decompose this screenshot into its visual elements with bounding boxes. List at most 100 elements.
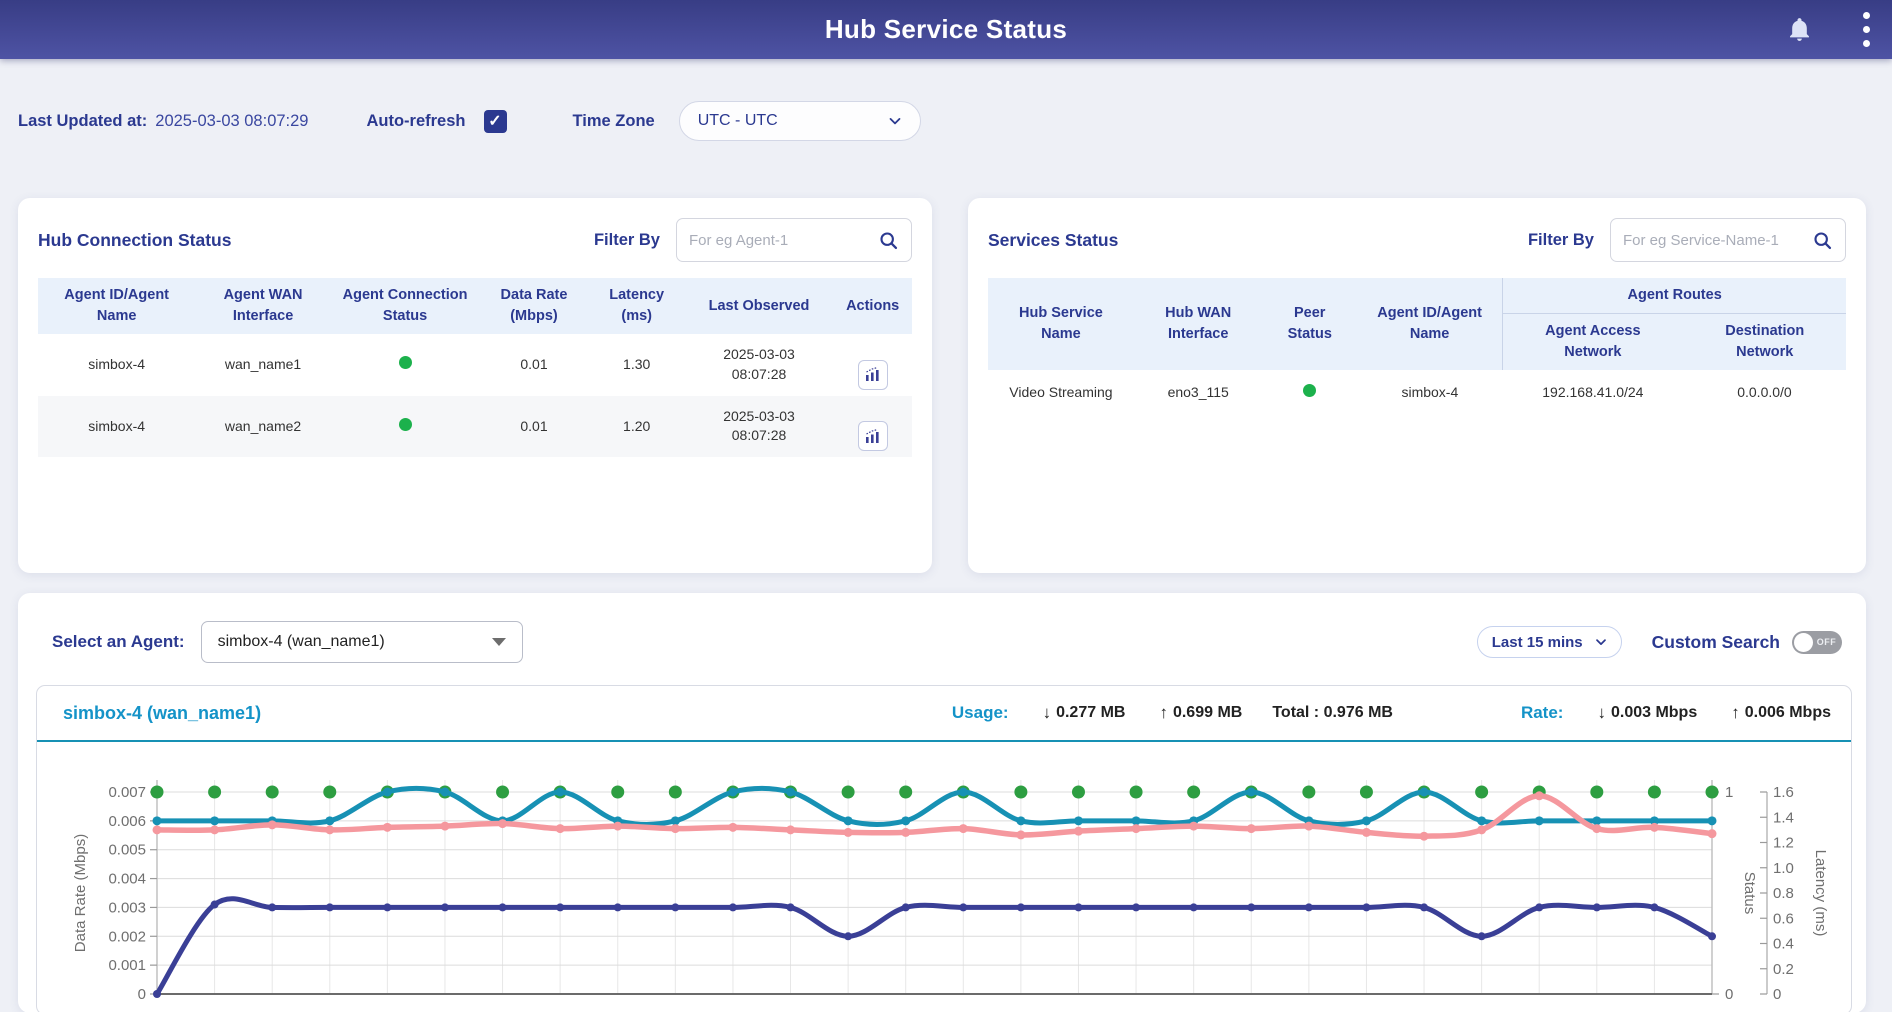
cell-agent: simbox-4: [38, 396, 195, 458]
table-row: simbox-4 wan_name1 0.01 1.30 2025-03-03 …: [38, 334, 912, 396]
toggle-state-label: OFF: [1813, 637, 1840, 647]
row-chart-action-button[interactable]: [858, 421, 888, 451]
usage-upload-value: 0.699 MB: [1173, 704, 1242, 722]
search-icon[interactable]: [1812, 230, 1833, 251]
time-zone-label: Time Zone: [573, 112, 655, 131]
svg-text:1.4: 1.4: [1773, 809, 1794, 826]
custom-search-toggle[interactable]: OFF: [1792, 631, 1842, 654]
svg-text:0.4: 0.4: [1773, 936, 1794, 953]
col-data-rate: Data Rate (Mbps): [479, 278, 588, 334]
svg-text:0.005: 0.005: [108, 842, 146, 859]
services-status-table: Hub Service Name Hub WAN Interface Peer …: [988, 278, 1846, 415]
svg-text:0.6: 0.6: [1773, 910, 1794, 927]
time-zone-value: UTC - UTC: [698, 112, 886, 130]
hub-filter-label: Filter By: [594, 231, 660, 250]
col-peer-status: Peer Status: [1263, 278, 1357, 370]
cell-wan: wan_name2: [195, 396, 330, 458]
col-destination-network: Destination Network: [1683, 314, 1846, 371]
caret-down-icon: [492, 638, 506, 646]
last-updated-label: Last Updated at:: [18, 112, 147, 131]
svg-text:0.002: 0.002: [108, 928, 146, 945]
notifications-bell-icon[interactable]: [1786, 16, 1813, 43]
rate-download-value: 0.003 Mbps: [1611, 704, 1697, 722]
svg-text:0.004: 0.004: [108, 871, 146, 888]
status-up-dot: [1303, 384, 1316, 397]
svg-text:0.2: 0.2: [1773, 961, 1794, 978]
services-filter-label: Filter By: [1528, 231, 1594, 250]
cell-wan: eno3_115: [1134, 370, 1263, 415]
cell-data-rate: 0.01: [479, 334, 588, 396]
col-hub-wan: Hub WAN Interface: [1134, 278, 1263, 370]
select-agent-label: Select an Agent:: [52, 632, 185, 652]
svg-text:0.003: 0.003: [108, 899, 146, 916]
auto-refresh-checkbox[interactable]: ✓: [484, 110, 507, 133]
svg-text:1.2: 1.2: [1773, 835, 1794, 852]
cell-destination-network: 0.0.0.0/0: [1683, 370, 1846, 415]
row-chart-action-button[interactable]: [858, 360, 888, 390]
col-agent-conn-status: Agent Connection Status: [331, 278, 480, 334]
col-agent-id: Agent ID/Agent Name: [1357, 278, 1503, 370]
col-hub-service: Hub Service Name: [988, 278, 1134, 370]
services-status-title: Services Status: [988, 230, 1118, 251]
services-status-card: Services Status Filter By Hub Service Na…: [968, 198, 1866, 573]
mini-chart-icon: [864, 366, 881, 383]
cell-latency: 1.20: [589, 396, 685, 458]
col-latency: Latency (ms): [589, 278, 685, 334]
svg-text:0.007: 0.007: [108, 784, 146, 801]
agent-chart-card: Select an Agent: simbox-4 (wan_name1) La…: [18, 593, 1866, 1012]
up-arrow-icon: ↑: [1159, 703, 1168, 723]
svg-text:1: 1: [1725, 784, 1733, 801]
app-header: Hub Service Status: [0, 0, 1892, 59]
svg-text:1.0: 1.0: [1773, 860, 1794, 877]
search-icon[interactable]: [878, 230, 899, 251]
rate-upload-value: 0.006 Mbps: [1745, 704, 1831, 722]
cell-latency: 1.30: [589, 334, 685, 396]
auto-refresh-label: Auto-refresh: [366, 112, 465, 131]
agent-select-dropdown[interactable]: simbox-4 (wan_name1): [201, 621, 523, 663]
cell-last-observed: 2025-03-03 08:07:28: [685, 396, 834, 458]
kebab-menu-icon[interactable]: [1859, 8, 1874, 51]
svg-text:0: 0: [1773, 986, 1781, 1003]
svg-text:0.006: 0.006: [108, 813, 146, 830]
col-agent-wan: Agent WAN Interface: [195, 278, 330, 334]
time-range-value: Last 15 mins: [1492, 634, 1583, 651]
svg-text:0: 0: [1725, 986, 1733, 1003]
svg-text:Data Rate (Mbps): Data Rate (Mbps): [72, 834, 89, 952]
chart-title: simbox-4 (wan_name1): [63, 703, 261, 724]
svg-text:0: 0: [138, 986, 146, 1003]
agent-select-value: simbox-4 (wan_name1): [218, 633, 492, 651]
table-row: simbox-4 wan_name2 0.01 1.20 2025-03-03 …: [38, 396, 912, 458]
down-arrow-icon: ↓: [1043, 703, 1052, 723]
usage-label: Usage:: [952, 703, 1009, 723]
hub-filter-input[interactable]: [689, 232, 878, 249]
cell-service: Video Streaming: [988, 370, 1134, 415]
usage-download-value: 0.277 MB: [1056, 704, 1125, 722]
status-up-dot: [399, 418, 412, 431]
up-arrow-icon: ↑: [1731, 703, 1740, 723]
mini-chart-icon: [864, 428, 881, 445]
time-zone-select[interactable]: UTC - UTC: [679, 101, 921, 141]
cell-last-observed: 2025-03-03 08:07:28: [685, 334, 834, 396]
cell-wan: wan_name1: [195, 334, 330, 396]
time-range-select[interactable]: Last 15 mins: [1477, 626, 1622, 658]
col-group-agent-routes: Agent Routes: [1503, 278, 1846, 314]
services-filter-input[interactable]: [1623, 232, 1812, 249]
chart-plot-area: 0 0.001 0.002 0.003 0.004 0.005 0.006 0.007 0 1 0 0…: [37, 742, 1851, 1012]
checkmark-icon: ✓: [488, 111, 501, 131]
svg-text:0.8: 0.8: [1773, 885, 1794, 902]
last-updated-value: 2025-03-03 08:07:29: [155, 112, 308, 131]
page-title: Hub Service Status: [825, 14, 1067, 45]
svg-text:Latency (ms): Latency (ms): [1812, 850, 1829, 937]
hub-connection-title: Hub Connection Status: [38, 230, 231, 251]
traffic-line-chart: 0 0.001 0.002 0.003 0.004 0.005 0.006 0.007 0 1 0 0…: [37, 742, 1851, 1012]
svg-text:0.001: 0.001: [108, 957, 146, 974]
traffic-chart-panel: simbox-4 (wan_name1) Usage: ↓0.277 MB ↑ 0…: [36, 685, 1852, 1012]
chevron-down-icon: [886, 112, 904, 130]
usage-total-value: Total : 0.976 MB: [1272, 704, 1393, 722]
cell-access-network: 192.168.41.0/24: [1503, 370, 1683, 415]
col-agent-access-network: Agent Access Network: [1503, 314, 1683, 371]
col-agent-id: Agent ID/Agent Name: [38, 278, 195, 334]
status-toolbar: Last Updated at: 2025-03-03 08:07:29 Aut…: [0, 59, 1892, 141]
col-last-observed: Last Observed: [685, 278, 834, 334]
toggle-knob: [1794, 633, 1813, 652]
